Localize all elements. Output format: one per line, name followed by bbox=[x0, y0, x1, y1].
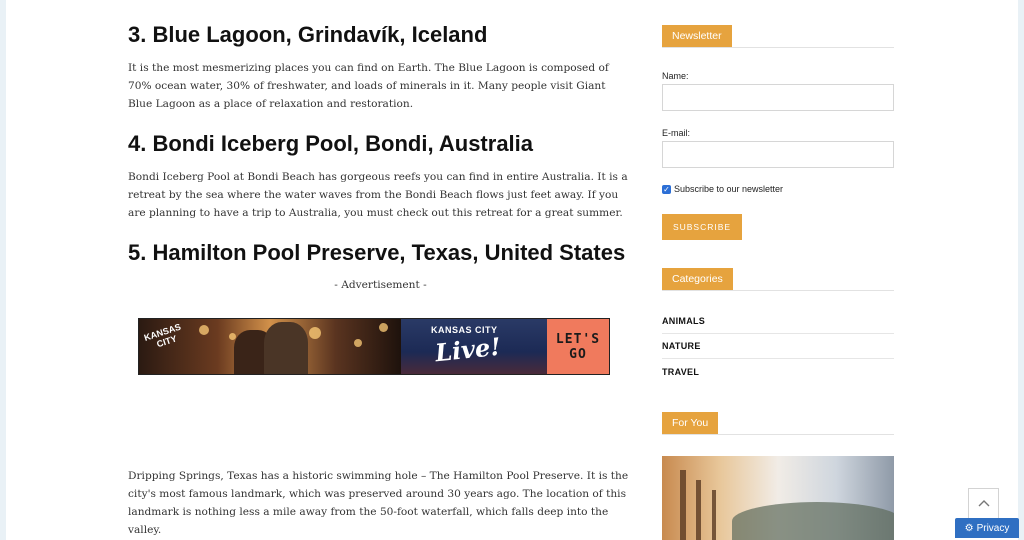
subscribe-checkbox[interactable]: ✓ bbox=[662, 184, 671, 194]
ad-bokeh-light bbox=[199, 325, 209, 335]
ad-city-badge: KANSAS CITY bbox=[143, 322, 185, 353]
category-link-nature[interactable]: NATURE bbox=[662, 341, 894, 351]
email-input[interactable] bbox=[662, 141, 894, 168]
paragraph-bondi-iceberg: Bondi Iceberg Pool at Bondi Beach has go… bbox=[128, 171, 628, 219]
ad-photo: KANSAS CITY bbox=[139, 319, 401, 374]
heading-hamilton-pool: 5. Hamilton Pool Preserve, Texas, United… bbox=[128, 240, 626, 265]
paragraph-hamilton-pool: Dripping Springs, Texas has a historic s… bbox=[128, 470, 629, 536]
for-you-widget-title: For You bbox=[662, 412, 719, 434]
ad-cta-line1: LET'S bbox=[555, 331, 601, 347]
ad-person-man bbox=[264, 322, 308, 374]
ad-cta-button[interactable]: LET'S GO bbox=[547, 319, 609, 374]
name-input[interactable] bbox=[662, 84, 894, 111]
chevron-up-icon bbox=[978, 499, 989, 506]
gear-icon: ⚙ bbox=[964, 522, 974, 534]
ad-mid-line2: Live! bbox=[433, 331, 503, 368]
subscribe-checkbox-row[interactable]: ✓ Subscribe to our newsletter bbox=[662, 184, 783, 194]
ad-live-sign: KANSAS CITY Live! bbox=[401, 319, 547, 374]
thumbnail-tree bbox=[696, 480, 701, 540]
widget-divider bbox=[662, 47, 894, 48]
thumbnail-tree bbox=[712, 490, 716, 540]
widget-divider bbox=[662, 290, 894, 291]
ad-cta-line2: GO bbox=[569, 346, 587, 362]
ad-bokeh-light bbox=[379, 323, 388, 332]
paragraph-blue-lagoon: It is the most mesmerizing places you ca… bbox=[128, 62, 609, 110]
subscribe-checkbox-label: Subscribe to our newsletter bbox=[674, 184, 784, 194]
privacy-label: Privacy bbox=[976, 522, 1010, 534]
thumbnail-hill bbox=[732, 502, 894, 540]
scroll-to-top-button[interactable] bbox=[968, 488, 999, 519]
heading-blue-lagoon: 3. Blue Lagoon, Grindavík, Iceland bbox=[128, 22, 488, 47]
privacy-button[interactable]: ⚙ Privacy bbox=[955, 518, 1019, 538]
page-edge-right bbox=[1018, 0, 1024, 540]
ad-bokeh-light bbox=[309, 327, 321, 339]
category-link-animals[interactable]: ANIMALS bbox=[662, 316, 894, 326]
thumbnail-tree bbox=[680, 470, 686, 540]
for-you-thumbnail[interactable] bbox=[662, 456, 894, 540]
page-edge-left bbox=[0, 0, 6, 540]
category-divider bbox=[662, 358, 894, 359]
category-divider bbox=[662, 333, 894, 334]
name-field-label: Name: bbox=[662, 71, 689, 81]
subscribe-button[interactable]: SUBSCRIBE bbox=[662, 214, 742, 240]
advertisement-label: - Advertisement - bbox=[334, 279, 427, 291]
email-field-label: E-mail: bbox=[662, 128, 691, 138]
newsletter-widget-title: Newsletter bbox=[662, 25, 732, 47]
categories-widget-title: Categories bbox=[662, 268, 733, 290]
advertisement-banner[interactable]: KANSAS CITY KANSAS CITY Live! LET'S GO bbox=[138, 318, 610, 375]
widget-divider bbox=[662, 434, 894, 435]
category-link-travel[interactable]: TRAVEL bbox=[662, 367, 894, 377]
ad-bokeh-light bbox=[354, 339, 362, 347]
heading-bondi-iceberg: 4. Bondi Iceberg Pool, Bondi, Australia bbox=[128, 131, 534, 156]
